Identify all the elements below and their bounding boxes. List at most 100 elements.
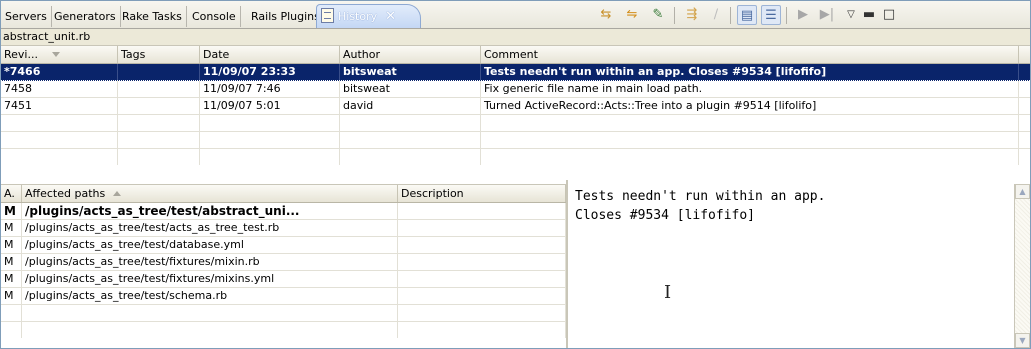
column-date[interactable]: Date bbox=[200, 46, 340, 63]
empty-row bbox=[1, 322, 566, 338]
date-cell: 11/09/07 5:01 bbox=[200, 98, 340, 114]
scroll-up-icon[interactable]: ▲ bbox=[1015, 184, 1030, 199]
toolbar-separator bbox=[730, 7, 731, 24]
list-item[interactable]: M /plugins/acts_as_tree/test/fixtures/mi… bbox=[1, 254, 566, 271]
resource-label: abstract_unit.rb bbox=[1, 29, 1030, 46]
tab-label: Rake Tasks bbox=[122, 10, 182, 23]
column-label: A. bbox=[4, 187, 15, 200]
column-tags[interactable]: Tags bbox=[118, 46, 200, 63]
show-comment-icon[interactable]: ▤ bbox=[737, 5, 757, 25]
tab-rake-tasks[interactable]: Rake Tasks bbox=[118, 6, 187, 27]
column-action[interactable]: A. bbox=[1, 185, 22, 202]
empty-row bbox=[1, 305, 566, 322]
list-item[interactable]: M /plugins/acts_as_tree/test/abstract_un… bbox=[1, 203, 566, 220]
comment-cell: Tests needn't run within an app. Closes … bbox=[481, 64, 1019, 80]
minimize-icon[interactable]: ▬ bbox=[859, 5, 879, 25]
scroll-down-icon[interactable]: ▼ bbox=[1015, 333, 1030, 348]
sort-ascending-icon bbox=[113, 191, 122, 196]
tab-label: Rails Plugins bbox=[251, 10, 320, 23]
tab-label: Console bbox=[192, 10, 236, 23]
column-affected-paths[interactable]: Affected paths bbox=[22, 185, 398, 202]
action-cell: M bbox=[1, 288, 22, 304]
maximize-icon[interactable]: □ bbox=[879, 5, 899, 25]
affected-paths-table: A. Affected paths Description M /plugins… bbox=[1, 180, 568, 348]
path-cell: /plugins/acts_as_tree/test/acts_as_tree_… bbox=[22, 220, 398, 236]
tags-cell bbox=[118, 81, 200, 97]
details-pane: A. Affected paths Description M /plugins… bbox=[1, 180, 1030, 348]
get-contents-icon[interactable]: ✎ bbox=[648, 5, 668, 25]
column-label: Affected paths bbox=[25, 187, 106, 200]
description-cell bbox=[398, 237, 566, 253]
close-icon[interactable]: ✕ bbox=[385, 9, 396, 24]
empty-row bbox=[1, 149, 1030, 165]
tab-servers[interactable]: Servers bbox=[1, 6, 52, 27]
action-cell: M bbox=[1, 254, 22, 270]
path-cell: /plugins/acts_as_tree/test/abstract_uni.… bbox=[22, 203, 398, 219]
tab-label: History bbox=[338, 10, 378, 23]
text-cursor-icon: I bbox=[664, 282, 672, 303]
tab-label: Generators bbox=[54, 10, 116, 23]
column-label: Date bbox=[203, 48, 230, 61]
expand-all-icon[interactable]: ⇶ bbox=[682, 5, 702, 25]
tab-generators[interactable]: Generators bbox=[50, 6, 121, 27]
revision-table-header: Revi... Tags Date Author Comment bbox=[1, 46, 1030, 64]
history-icon bbox=[321, 8, 334, 23]
column-label: Author bbox=[343, 48, 381, 61]
action-cell: M bbox=[1, 237, 22, 253]
comment-cell: Turned ActiveRecord::Acts::Tree into a p… bbox=[481, 98, 1019, 114]
tab-console[interactable]: Console bbox=[188, 6, 241, 27]
description-cell bbox=[398, 271, 566, 287]
action-cell: M bbox=[1, 271, 22, 287]
revision-cell: 7458 bbox=[1, 81, 118, 97]
link-with-editor-icon[interactable]: ⇆ bbox=[596, 5, 616, 25]
author-cell: david bbox=[340, 98, 481, 114]
comment-line: Tests needn't run within an app. bbox=[575, 189, 826, 204]
list-item[interactable]: M /plugins/acts_as_tree/test/database.ym… bbox=[1, 237, 566, 254]
table-row[interactable]: 7451 11/09/07 5:01 david Turned ActiveRe… bbox=[1, 98, 1030, 115]
compare-icon[interactable]: ⇋ bbox=[622, 5, 642, 25]
list-item[interactable]: M /plugins/acts_as_tree/test/fixtures/mi… bbox=[1, 271, 566, 288]
history-view: Servers Generators Rake Tasks Console Ra… bbox=[0, 0, 1031, 349]
revision-cell: *7466 bbox=[1, 64, 118, 80]
comment-text-area[interactable]: Tests needn't run within an app. Closes … bbox=[569, 184, 1013, 348]
author-cell: bitsweat bbox=[340, 81, 481, 97]
list-item[interactable]: M /plugins/acts_as_tree/test/acts_as_tre… bbox=[1, 220, 566, 237]
show-paths-icon[interactable]: ☰ bbox=[761, 5, 781, 25]
tab-rails-plugins[interactable]: Rails Plugins bbox=[247, 6, 325, 27]
column-author[interactable]: Author bbox=[340, 46, 481, 63]
step-icon[interactable]: ▶| bbox=[817, 5, 837, 25]
play-icon[interactable]: ▶ bbox=[793, 5, 813, 25]
comment-scrollbar[interactable]: ▲ ▼ bbox=[1014, 184, 1030, 348]
path-cell: /plugins/acts_as_tree/test/fixtures/mixi… bbox=[22, 254, 398, 270]
column-label: Tags bbox=[121, 48, 146, 61]
empty-row bbox=[1, 132, 1030, 149]
affected-paths-header: A. Affected paths Description bbox=[1, 184, 566, 203]
date-cell: 11/09/07 7:46 bbox=[200, 81, 340, 97]
path-cell: /plugins/acts_as_tree/test/schema.rb bbox=[22, 288, 398, 304]
table-row[interactable]: *7466 11/09/07 23:33 bitsweat Tests need… bbox=[1, 64, 1030, 81]
view-tab-strip: Servers Generators Rake Tasks Console Ra… bbox=[1, 1, 1030, 29]
description-cell bbox=[398, 254, 566, 270]
revision-cell: 7451 bbox=[1, 98, 118, 114]
column-comment[interactable]: Comment bbox=[481, 46, 1019, 63]
column-label: Comment bbox=[484, 48, 538, 61]
empty-row bbox=[1, 115, 1030, 132]
column-label: Revi... bbox=[4, 48, 38, 61]
author-cell: bitsweat bbox=[340, 64, 481, 80]
list-item[interactable]: M /plugins/acts_as_tree/test/schema.rb bbox=[1, 288, 566, 305]
tab-history[interactable]: History ✕ bbox=[316, 4, 421, 28]
toolbar-separator bbox=[786, 7, 787, 24]
table-row[interactable]: 7458 11/09/07 7:46 bitsweat Fix generic … bbox=[1, 81, 1030, 98]
date-cell: 11/09/07 23:33 bbox=[200, 64, 340, 80]
column-description[interactable]: Description bbox=[398, 185, 566, 202]
view-menu-icon[interactable]: ▽ bbox=[841, 5, 861, 25]
edit-icon[interactable]: ∕ bbox=[706, 5, 726, 25]
action-cell: M bbox=[1, 220, 22, 236]
tags-cell bbox=[118, 64, 200, 80]
column-revision[interactable]: Revi... bbox=[1, 46, 118, 63]
toolbar-separator bbox=[674, 7, 675, 24]
action-cell: M bbox=[1, 203, 22, 219]
description-cell bbox=[398, 220, 566, 236]
description-cell bbox=[398, 203, 566, 219]
comment-cell: Fix generic file name in main load path. bbox=[481, 81, 1019, 97]
